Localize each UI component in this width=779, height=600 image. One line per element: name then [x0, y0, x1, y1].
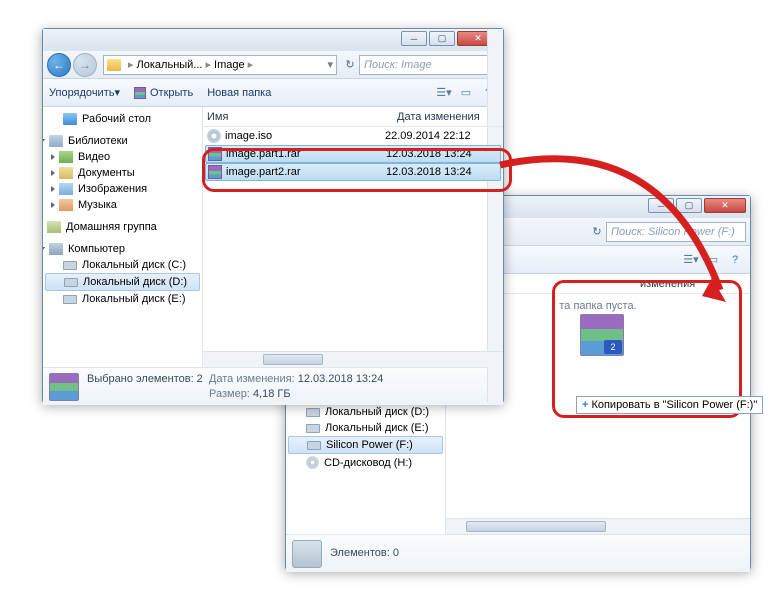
status-text: Элементов: 0 [330, 546, 399, 560]
maximize-button[interactable]: ▢ [429, 31, 455, 46]
label: Компьютер [68, 243, 125, 255]
refresh-icon[interactable]: ↻ [341, 56, 359, 74]
filename: image.part1.rar [226, 148, 301, 160]
label: Локальный диск (D:) [325, 406, 429, 418]
label: Документы [78, 167, 135, 179]
sidebar-item-drive-e[interactable]: Локальный диск (E:) [286, 420, 445, 436]
plus-icon: + [582, 399, 588, 411]
label: Локальный диск (D:) [83, 276, 187, 288]
filename: image.iso [225, 130, 272, 142]
sidebar-item-computer[interactable]: Компьютер [43, 241, 202, 257]
status-date: 12.03.2018 13:24 [298, 373, 384, 385]
status-date-label: Дата изменения: [209, 373, 295, 385]
address-bar: ← → ▸ Локальный... ▸ Image ▸ ▾ ↻ Поиск: … [43, 51, 503, 79]
sidebar-item-cd-h[interactable]: CD-дисковод (H:) [286, 454, 445, 471]
view-icon[interactable]: ☰▾ [682, 251, 700, 269]
forward-button[interactable]: → [73, 53, 97, 77]
search-input[interactable]: Поиск: Silicon Power (F:) [606, 222, 746, 242]
label: Локальный диск (E:) [82, 293, 186, 305]
breadcrumb[interactable]: ▸ Локальный... ▸ Image ▸ ▾ [103, 55, 337, 75]
scrollbar-horizontal[interactable] [446, 518, 750, 534]
sidebar-item-drive-e[interactable]: Локальный диск (E:) [43, 291, 202, 307]
status-selected: Выбрано элементов: 2 [87, 373, 203, 385]
col-date[interactable]: изменения [640, 278, 695, 290]
drag-count-badge: 2 [604, 340, 622, 354]
sidebar-item-desktop[interactable]: Рабочий стол [43, 111, 202, 127]
sidebar-item-images[interactable]: Изображения [43, 181, 202, 197]
label: Локальный диск (C:) [82, 259, 186, 271]
rar-icon [49, 373, 79, 401]
sidebar-item-video[interactable]: Видео [43, 149, 202, 165]
scrollbar-horizontal[interactable] [203, 351, 503, 367]
iso-icon [207, 129, 221, 143]
view-icon[interactable]: ☰▾ [435, 84, 453, 102]
open-button[interactable]: Открыть [134, 87, 193, 99]
rar-icon [208, 147, 222, 161]
minimize-button[interactable]: ─ [648, 198, 674, 213]
help-icon[interactable]: ? [726, 251, 744, 269]
column-headers[interactable]: Имя Дата изменения [203, 107, 503, 127]
newfolder-button[interactable]: Новая папка [207, 87, 271, 99]
status-bar: Выбрано элементов: 2 Дата изменения: 12.… [43, 367, 503, 405]
label: Библиотеки [68, 135, 128, 147]
rar-icon [208, 165, 222, 179]
sidebar-item-drive-d[interactable]: Локальный диск (D:) [45, 273, 200, 291]
sidebar-item-music[interactable]: Музыка [43, 197, 202, 213]
sidebar-item-documents[interactable]: Документы [43, 165, 202, 181]
sidebar-item-drive-f[interactable]: Silicon Power (F:) [288, 436, 443, 454]
drop-tooltip-text: Копировать в "Silicon Power (F:)" [591, 399, 757, 411]
back-button[interactable]: ← [47, 53, 71, 77]
sidebar-item-homegroup[interactable]: Домашняя группа [43, 219, 202, 235]
drop-tooltip: +Копировать в "Silicon Power (F:)" [576, 396, 763, 414]
status-bar: Элементов: 0 [286, 534, 750, 572]
maximize-button[interactable]: ▢ [676, 198, 702, 213]
sidebar-item-drive-d[interactable]: Локальный диск (D:) [286, 404, 445, 420]
col-date[interactable]: Дата изменения [397, 111, 480, 123]
minimize-button[interactable]: ─ [401, 31, 427, 46]
organize-button[interactable]: Упорядочить ▾ [49, 86, 120, 99]
label: Рабочий стол [82, 113, 151, 125]
sidebar: Рабочий стол Библиотеки Видео Документы … [43, 107, 203, 367]
crumb-2[interactable]: Image [214, 59, 245, 71]
preview-icon[interactable]: ▭ [457, 84, 475, 102]
filename: image.part2.rar [226, 166, 301, 178]
titlebar[interactable]: ─ ▢ ✕ [43, 29, 503, 51]
label: Silicon Power (F:) [326, 439, 413, 451]
file-row[interactable]: image.iso 22.09.2014 22:12 [203, 127, 503, 145]
file-list[interactable]: Имя Дата изменения image.iso 22.09.2014 … [203, 107, 503, 367]
explorer-window-1: ─ ▢ ✕ ← → ▸ Локальный... ▸ Image ▸ ▾ ↻ П… [42, 28, 504, 403]
preview-icon[interactable]: ▭ [704, 251, 722, 269]
filedate: 12.03.2018 13:24 [386, 148, 472, 160]
drive-icon [292, 540, 322, 568]
refresh-icon[interactable]: ↻ [588, 223, 606, 241]
status-size: 4,18 ГБ [253, 388, 291, 400]
filedate: 22.09.2014 22:12 [385, 130, 471, 142]
close-button[interactable]: ✕ [704, 198, 746, 213]
folder-icon [107, 59, 121, 71]
label: Домашняя группа [66, 221, 157, 233]
label: Изображения [78, 183, 147, 195]
crumb-1[interactable]: Локальный... [137, 59, 203, 71]
label: Музыка [78, 199, 117, 211]
label: Локальный диск (E:) [325, 422, 429, 434]
filedate: 12.03.2018 13:24 [386, 166, 472, 178]
search-input[interactable]: Поиск: Image [359, 55, 499, 75]
sidebar-item-libraries[interactable]: Библиотеки [43, 133, 202, 149]
label: CD-дисковод (H:) [324, 457, 412, 469]
status-size-label: Размер: [209, 388, 250, 400]
file-row[interactable]: image.part2.rar 12.03.2018 13:24 [205, 163, 501, 181]
toolbar: Упорядочить ▾ Открыть Новая папка ☰▾ ▭ ? [43, 79, 503, 107]
label: Видео [78, 151, 110, 163]
file-row[interactable]: image.part1.rar 12.03.2018 13:24 [205, 145, 501, 163]
col-name[interactable]: Имя [207, 111, 397, 123]
sidebar-item-drive-c[interactable]: Локальный диск (C:) [43, 257, 202, 273]
rar-icon [134, 87, 146, 99]
